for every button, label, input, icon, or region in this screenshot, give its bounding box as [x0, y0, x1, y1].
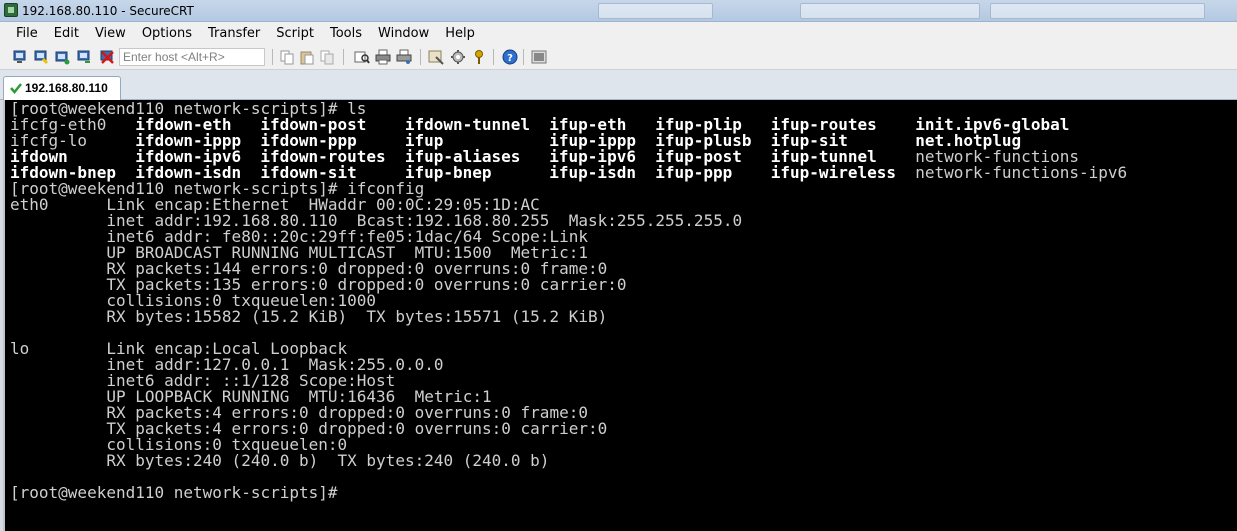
- keymap-icon[interactable]: [471, 49, 487, 65]
- about-icon[interactable]: [531, 49, 547, 65]
- menu-tools[interactable]: Tools: [322, 26, 370, 41]
- toolbar: Enter host <Alt+R> ?: [0, 44, 1237, 70]
- copy-paste-icon[interactable]: [319, 49, 335, 65]
- connect-tab-icon[interactable]: [54, 49, 70, 65]
- connect-icon[interactable]: [12, 49, 28, 65]
- menu-help[interactable]: Help: [437, 26, 483, 41]
- menu-options[interactable]: Options: [134, 26, 200, 41]
- session-tab-label: 192.168.80.110: [25, 81, 108, 95]
- background-window-ghost: [990, 3, 1205, 19]
- toolbar-separator: [343, 49, 344, 65]
- window-title: 192.168.80.110 - SecureCRT: [22, 4, 194, 18]
- toolbar-separator: [493, 49, 494, 65]
- copy-icon[interactable]: [279, 49, 295, 65]
- ls-file-name: ifup-isdn: [549, 163, 636, 182]
- session-options-icon[interactable]: [428, 49, 444, 65]
- ls-file-name: ifdown-sit: [260, 163, 357, 182]
- menu-script[interactable]: Script: [268, 26, 322, 41]
- prompt-line: [root@weekend110 network-scripts]# ls: [10, 100, 367, 118]
- ls-file-name: ifup-ppp: [655, 163, 733, 182]
- quick-connect-icon[interactable]: [33, 49, 49, 65]
- ls-file-name: ifdown-bnep: [10, 163, 116, 182]
- svg-text:?: ?: [507, 53, 513, 64]
- securecrt-app-icon[interactable]: [4, 3, 18, 17]
- help-icon[interactable]: ?: [502, 49, 518, 65]
- lo-interface-block: lo Link encap:Local Loopback inet addr:1…: [10, 341, 742, 469]
- toolbar-separator: [523, 49, 524, 65]
- terminal-output: [root@weekend110 network-scripts]# ls if…: [10, 100, 1127, 502]
- find-icon[interactable]: [354, 49, 370, 65]
- print-icon[interactable]: [375, 49, 391, 65]
- ifconfig-line: RX bytes:240 (240.0 b) TX bytes:240 (240…: [10, 451, 550, 470]
- background-window-ghost: [598, 3, 713, 19]
- toolbar-separator: [272, 49, 273, 65]
- ls-output: ifcfg-eth0 ifdown-eth ifdown-post ifdown-tu…: [10, 117, 1127, 182]
- menu-edit[interactable]: Edit: [46, 26, 87, 41]
- terminal-screen[interactable]: [root@weekend110 network-scripts]# ls if…: [3, 100, 1237, 531]
- menu-view[interactable]: View: [87, 26, 134, 41]
- menu-file[interactable]: File: [8, 26, 46, 41]
- menu-bar: File Edit View Options Transfer Script T…: [0, 22, 1237, 44]
- ls-file-name: ifup-bnep: [404, 163, 492, 182]
- print-setup-icon[interactable]: [396, 49, 412, 65]
- title-bar[interactable]: 192.168.80.110 - SecureCRT: [0, 0, 1237, 22]
- ifconfig-line: RX bytes:15582 (15.2 KiB) TX bytes:15571…: [10, 307, 608, 326]
- ls-file-name: network-functions-ipv6: [915, 163, 1128, 182]
- menu-window[interactable]: Window: [370, 26, 437, 41]
- prompt-line: [root@weekend110 network-scripts]#: [10, 483, 338, 502]
- background-window-ghost: [800, 3, 980, 19]
- ls-file-name: ifdown-isdn: [135, 163, 242, 182]
- ls-file-name: ifup-wireless: [770, 163, 896, 182]
- ls-row: ifdown-bnep ifdown-isdn ifdown-sit ifup-bne…: [10, 163, 1127, 182]
- eth0-interface-block: eth0 Link encap:Ethernet HWaddr 00:0C:29…: [10, 197, 742, 325]
- enter-host-field[interactable]: Enter host <Alt+R>: [119, 48, 265, 66]
- paste-icon[interactable]: [299, 49, 315, 65]
- session-tab-bar: 192.168.80.110: [0, 70, 1237, 100]
- reconnect-icon[interactable]: [76, 49, 92, 65]
- disconnect-icon[interactable]: [99, 49, 115, 65]
- global-options-icon[interactable]: [450, 49, 466, 65]
- connected-check-icon: [10, 83, 22, 94]
- toolbar-separator: [420, 49, 421, 65]
- menu-transfer[interactable]: Transfer: [200, 26, 268, 41]
- session-tab[interactable]: 192.168.80.110: [3, 76, 121, 100]
